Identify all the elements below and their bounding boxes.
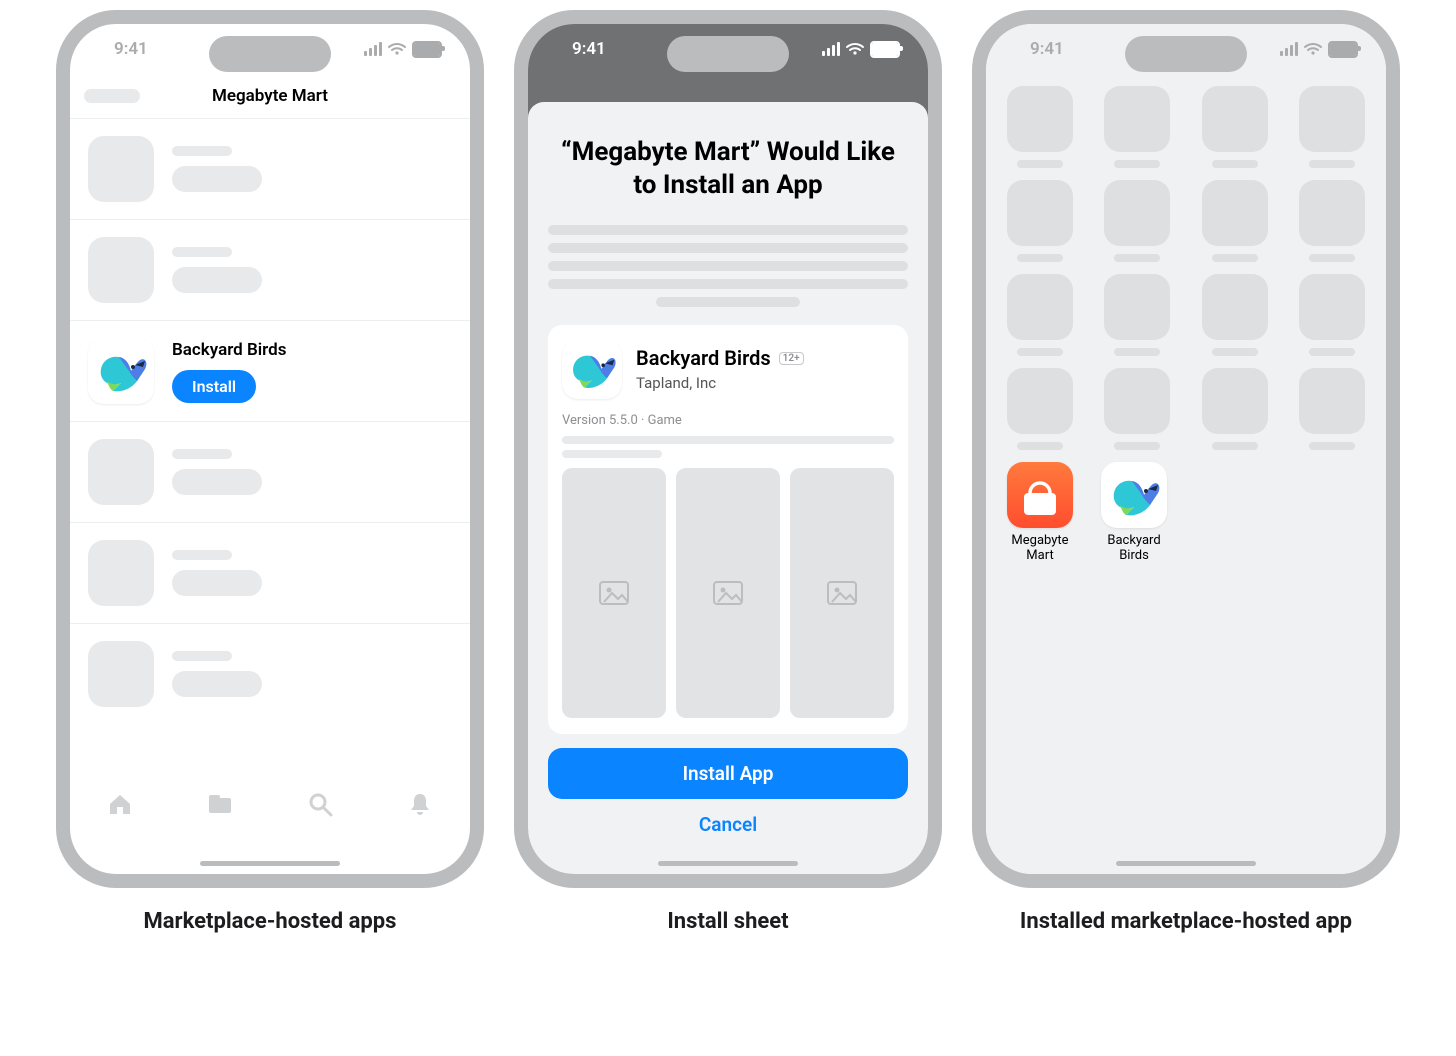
signal-icon	[1280, 42, 1298, 56]
list-item[interactable]	[70, 624, 470, 724]
app-megabyte-mart[interactable]: Megabyte Mart	[1000, 462, 1080, 564]
publisher-label: Tapland, Inc	[636, 374, 894, 392]
app-description-placeholder	[562, 436, 894, 458]
backyard-birds-icon	[88, 338, 154, 404]
status-time: 9:41	[1030, 39, 1064, 59]
battery-icon	[412, 41, 442, 58]
nav-bar: Megabyte Mart	[70, 74, 470, 119]
app-icon-placeholder	[88, 540, 154, 606]
home-indicator[interactable]	[658, 861, 798, 866]
phone-install-sheet: 9:41 “Megabyte Mart” Would Like to Insta…	[514, 10, 942, 888]
app-icon-placeholder	[88, 439, 154, 505]
app-placeholder[interactable]	[1097, 368, 1177, 450]
cancel-button[interactable]: Cancel	[548, 799, 908, 836]
app-placeholder[interactable]	[1195, 86, 1275, 168]
app-placeholder[interactable]	[1000, 274, 1080, 356]
app-list[interactable]: Backyard Birds Install	[70, 119, 470, 724]
app-placeholder[interactable]	[1195, 274, 1275, 356]
list-item[interactable]	[70, 220, 470, 321]
phone-home-screen: 9:41	[972, 10, 1400, 888]
status-time: 9:41	[114, 39, 148, 59]
home-indicator[interactable]	[200, 861, 340, 866]
app-placeholder[interactable]	[1292, 86, 1372, 168]
home-icon[interactable]	[106, 790, 134, 818]
app-label: Megabyte Mart	[1000, 534, 1080, 564]
home-screen-grid[interactable]: Megabyte Mart Backyard Birds	[986, 74, 1386, 564]
screenshot-carousel[interactable]	[562, 468, 894, 718]
app-placeholder[interactable]	[1097, 180, 1177, 262]
wifi-icon	[1304, 42, 1322, 56]
app-placeholder[interactable]	[1000, 368, 1080, 450]
caption: Install sheet	[667, 908, 788, 937]
app-card: Backyard Birds 12+ Tapland, Inc Version …	[548, 325, 908, 734]
install-sheet: “Megabyte Mart” Would Like to Install an…	[528, 102, 928, 874]
list-item-backyard-birds[interactable]: Backyard Birds Install	[70, 321, 470, 422]
list-item[interactable]	[70, 523, 470, 624]
notifications-icon[interactable]	[406, 790, 434, 818]
sheet-title: “Megabyte Mart” Would Like to Install an…	[558, 136, 898, 201]
caption: Installed marketplace-hosted app	[1020, 908, 1352, 937]
app-name-label: Backyard Birds	[636, 346, 771, 370]
app-placeholder[interactable]	[1195, 368, 1275, 450]
home-indicator[interactable]	[1116, 861, 1256, 866]
age-rating-badge: 12+	[779, 352, 804, 365]
backyard-birds-icon	[562, 339, 622, 399]
nav-title: Megabyte Mart	[212, 86, 328, 106]
app-backyard-birds[interactable]: Backyard Birds	[1094, 462, 1174, 564]
dynamic-island	[1125, 36, 1247, 72]
battery-icon	[1328, 41, 1358, 58]
caption: Marketplace-hosted apps	[144, 908, 397, 937]
wifi-icon	[388, 42, 406, 56]
dynamic-island	[667, 36, 789, 72]
megabyte-mart-icon	[1007, 462, 1073, 528]
backyard-birds-icon	[1101, 462, 1167, 528]
app-placeholder[interactable]	[1000, 86, 1080, 168]
app-placeholder[interactable]	[1000, 180, 1080, 262]
app-icon-placeholder	[88, 641, 154, 707]
browse-icon[interactable]	[206, 790, 234, 818]
app-placeholder[interactable]	[1097, 86, 1177, 168]
install-app-button[interactable]: Install App	[548, 748, 908, 799]
dynamic-island	[209, 36, 331, 72]
app-placeholder[interactable]	[1292, 368, 1372, 450]
screenshot-placeholder	[676, 468, 780, 718]
app-icon-placeholder	[88, 237, 154, 303]
app-icon-placeholder	[88, 136, 154, 202]
wifi-icon	[846, 42, 864, 56]
signal-icon	[822, 42, 840, 56]
signal-icon	[364, 42, 382, 56]
app-placeholder[interactable]	[1292, 180, 1372, 262]
app-label: Backyard Birds	[1094, 534, 1174, 564]
app-meta-label: Version 5.5.0 · Game	[562, 413, 894, 428]
list-item[interactable]	[70, 422, 470, 523]
screenshot-placeholder	[790, 468, 894, 718]
install-button[interactable]: Install	[172, 370, 256, 403]
app-placeholder[interactable]	[1097, 274, 1177, 356]
sheet-description-placeholder	[548, 217, 908, 315]
app-name-label: Backyard Birds	[172, 340, 286, 360]
screenshot-placeholder	[562, 468, 666, 718]
battery-icon	[870, 41, 900, 58]
phone-marketplace: 9:41 Megabyte Mart Backyard Birds	[56, 10, 484, 888]
status-time: 9:41	[572, 39, 606, 59]
list-item[interactable]	[70, 119, 470, 220]
app-placeholder[interactable]	[1292, 274, 1372, 356]
app-placeholder[interactable]	[1195, 180, 1275, 262]
back-button[interactable]	[84, 89, 140, 103]
search-icon[interactable]	[306, 790, 334, 818]
tab-bar	[70, 778, 470, 874]
